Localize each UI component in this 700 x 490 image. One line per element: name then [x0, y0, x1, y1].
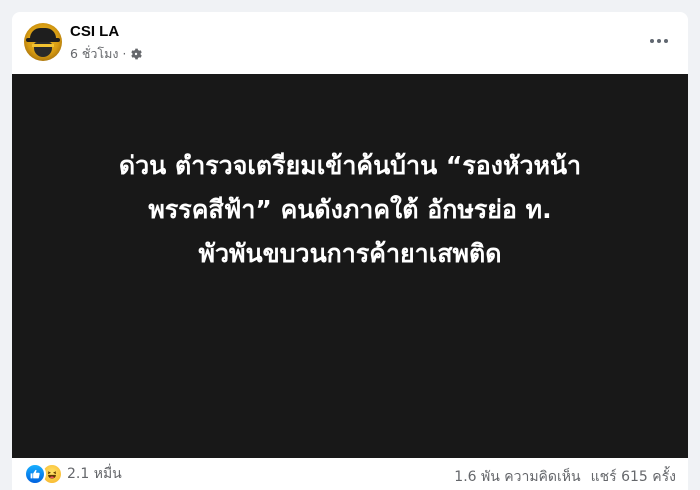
post-header: CSI LA 6 ชั่วโมง · [12, 12, 688, 74]
shares-count[interactable]: แชร์ 615 ครั้ง [591, 466, 676, 488]
comments-count[interactable]: 1.6 พัน ความคิดเห็น [454, 466, 580, 488]
post-time[interactable]: 6 ชั่วโมง [70, 44, 119, 64]
meta-separator: · [122, 47, 127, 61]
like-icon [24, 463, 46, 485]
gear-icon[interactable] [130, 48, 143, 60]
post-footer: 2.1 หมื่น 1.6 พัน ความคิดเห็น แชร์ 615 ค… [12, 458, 688, 490]
image-text-line: ด่วน ตำรวจเตรียมเข้าค้นบ้าน “รองหัวหน้า [118, 151, 582, 180]
post-meta: 6 ชั่วโมง · [70, 44, 143, 64]
more-dot [664, 39, 668, 43]
image-text-line: พัวพันขบวนการค้ายาเสพติด [198, 239, 502, 268]
post-image-text: ด่วน ตำรวจเตรียมเข้าค้นบ้าน “รองหัวหน้า … [52, 144, 648, 276]
post-stats: 1.6 พัน ความคิดเห็น แชร์ 615 ครั้ง [454, 466, 676, 488]
image-text-line: พรรคสีฟ้า” คนดังภาคใต้ อักษรย่อ ท. [148, 195, 552, 224]
more-dot [657, 39, 661, 43]
post-card: CSI LA 6 ชั่วโมง · ด่วน ตำรวจเตรียมเข้าค… [12, 12, 688, 490]
more-horizontal-icon[interactable] [644, 30, 674, 52]
reactions-summary[interactable]: 2.1 หมื่น [24, 463, 122, 485]
avatar-glasses-shape [32, 44, 54, 47]
reaction-count: 2.1 หมื่น [67, 466, 122, 482]
more-dot [650, 39, 654, 43]
author-name[interactable]: CSI LA [70, 23, 119, 40]
avatar[interactable] [24, 23, 62, 61]
